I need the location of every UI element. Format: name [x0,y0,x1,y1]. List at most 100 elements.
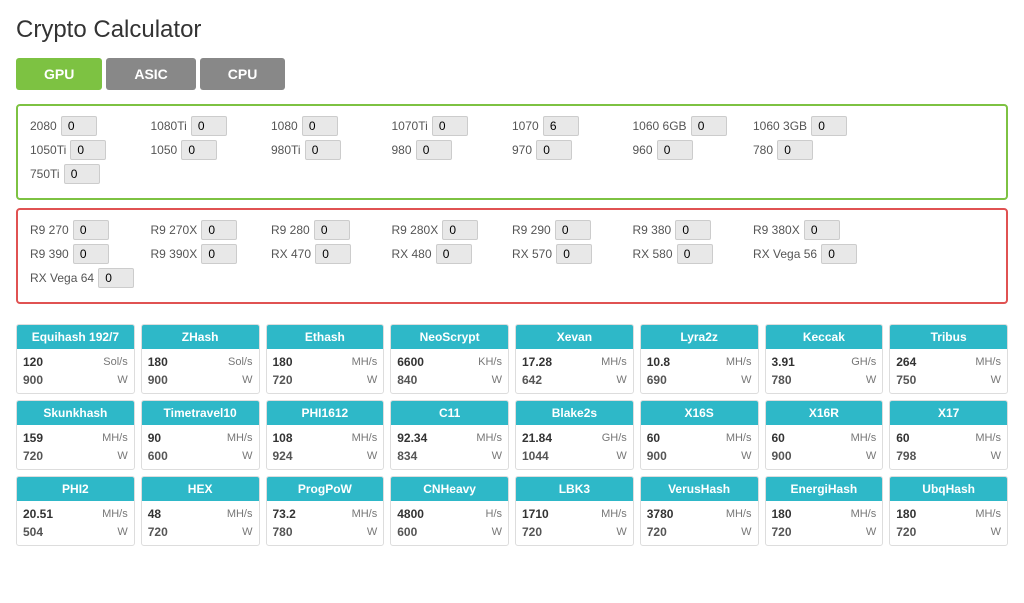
gpu-quantity-input[interactable] [98,268,134,288]
algo-hashrate-value: 6600 [397,355,424,369]
gpu-item: R9 270 [30,220,151,240]
algo-watt-row: 720W [647,523,752,541]
gpu-label: RX Vega 56 [753,247,817,261]
algo-hashrate-unit: MH/s [102,508,128,520]
algo-card: Keccak3.91GH/s780W [765,324,884,394]
tab-cpu[interactable]: CPU [200,58,286,90]
gpu-quantity-input[interactable] [811,116,847,136]
gpu-quantity-input[interactable] [305,140,341,160]
gpu-quantity-input[interactable] [432,116,468,136]
algo-watt-value: 720 [896,525,916,539]
algo-card: LBK31710MH/s720W [515,476,634,546]
algo-watt-unit: W [492,374,502,386]
gpu-quantity-input[interactable] [73,244,109,264]
gpu-quantity-input[interactable] [416,140,452,160]
gpu-quantity-input[interactable] [302,116,338,136]
gpu-row: RX Vega 64 [30,268,994,288]
algo-hashrate-unit: GH/s [602,432,627,444]
gpu-quantity-input[interactable] [691,116,727,136]
algo-hashrate-unit: KH/s [478,356,502,368]
algo-body: 180MH/s720W [267,349,384,393]
gpu-quantity-input[interactable] [314,220,350,240]
algo-card: Skunkhash159MH/s720W [16,400,135,470]
algo-watt-row: 720W [23,447,128,465]
algo-hashrate-row: 60MH/s [772,429,877,447]
gpu-quantity-input[interactable] [804,220,840,240]
algo-watt-row: 1044W [522,447,627,465]
gpu-quantity-input[interactable] [61,116,97,136]
algo-watt-row: 720W [522,523,627,541]
algo-name: ZHash [142,325,259,349]
algo-watt-unit: W [616,374,626,386]
algo-hashrate-unit: MH/s [726,356,752,368]
algo-watt-row: 750W [896,371,1001,389]
algo-body: 180MH/s720W [766,501,883,545]
tab-asic[interactable]: ASIC [106,58,195,90]
algo-hashrate-row: 21.84GH/s [522,429,627,447]
gpu-quantity-input[interactable] [675,220,711,240]
gpu-quantity-input[interactable] [201,220,237,240]
algo-watt-row: 798W [896,447,1001,465]
nvidia-gpu-section: 20801080Ti10801070Ti10701060 6GB1060 3GB… [16,104,1008,200]
gpu-row: R9 270R9 270XR9 280R9 280XR9 290R9 380R9… [30,220,994,240]
amd-gpu-section: R9 270R9 270XR9 280R9 280XR9 290R9 380R9… [16,208,1008,304]
gpu-quantity-input[interactable] [536,140,572,160]
gpu-label: R9 390 [30,247,69,261]
algo-hashrate-unit: MH/s [352,508,378,520]
algo-watt-value: 1044 [522,449,549,463]
gpu-item: 1070 [512,116,633,136]
algo-watt-unit: W [242,450,252,462]
algo-hashrate-unit: MH/s [601,356,627,368]
algo-card: X16S60MH/s900W [640,400,759,470]
gpu-label: R9 270X [151,223,198,237]
gpu-quantity-input[interactable] [64,164,100,184]
gpu-label: RX 470 [271,247,311,261]
algo-hashrate-row: 10.8 MH/s [647,353,752,371]
algo-watt-row: 642W [522,371,627,389]
algo-watt-unit: W [117,450,127,462]
algo-body: 264MH/s750W [890,349,1007,393]
algo-card: PHI220.51MH/s504W [16,476,135,546]
gpu-row: 750Ti [30,164,994,184]
algo-watt-value: 504 [23,525,43,539]
algo-hashrate-unit: MH/s [975,432,1001,444]
algo-hashrate-value: 180 [273,355,293,369]
algo-watt-unit: W [117,526,127,538]
gpu-quantity-input[interactable] [657,140,693,160]
gpu-quantity-input[interactable] [436,244,472,264]
gpu-row: R9 390R9 390XRX 470RX 480RX 570RX 580RX … [30,244,994,264]
algo-body: 90MH/s600W [142,425,259,469]
gpu-quantity-input[interactable] [555,220,591,240]
gpu-label: R9 290 [512,223,551,237]
algo-name: EnergiHash [766,477,883,501]
algo-name: Blake2s [516,401,633,425]
algo-watt-value: 900 [23,373,43,387]
gpu-item: 1060 3GB [753,116,873,136]
gpu-quantity-input[interactable] [315,244,351,264]
algo-watt-unit: W [492,450,502,462]
algo-hashrate-row: 60MH/s [647,429,752,447]
gpu-quantity-input[interactable] [556,244,592,264]
algo-watt-row: 780W [273,523,378,541]
algo-hashrate-value: 180 [148,355,168,369]
gpu-label: 970 [512,143,532,157]
gpu-quantity-input[interactable] [442,220,478,240]
algo-watt-row: 720W [273,371,378,389]
tab-gpu[interactable]: GPU [16,58,102,90]
gpu-quantity-input[interactable] [677,244,713,264]
gpu-row: 20801080Ti10801070Ti10701060 6GB1060 3GB [30,116,994,136]
gpu-quantity-input[interactable] [191,116,227,136]
gpu-quantity-input[interactable] [543,116,579,136]
algo-watt-unit: W [741,374,751,386]
gpu-label: 1060 3GB [753,119,807,133]
gpu-quantity-input[interactable] [777,140,813,160]
algo-hashrate-value: 10.8 [647,355,670,369]
gpu-quantity-input[interactable] [181,140,217,160]
gpu-quantity-input[interactable] [70,140,106,160]
algo-watt-row: 720W [896,523,1001,541]
gpu-quantity-input[interactable] [201,244,237,264]
gpu-quantity-input[interactable] [821,244,857,264]
algo-hashrate-row: 180MH/s [273,353,378,371]
gpu-item: 1050Ti [30,140,151,160]
gpu-quantity-input[interactable] [73,220,109,240]
